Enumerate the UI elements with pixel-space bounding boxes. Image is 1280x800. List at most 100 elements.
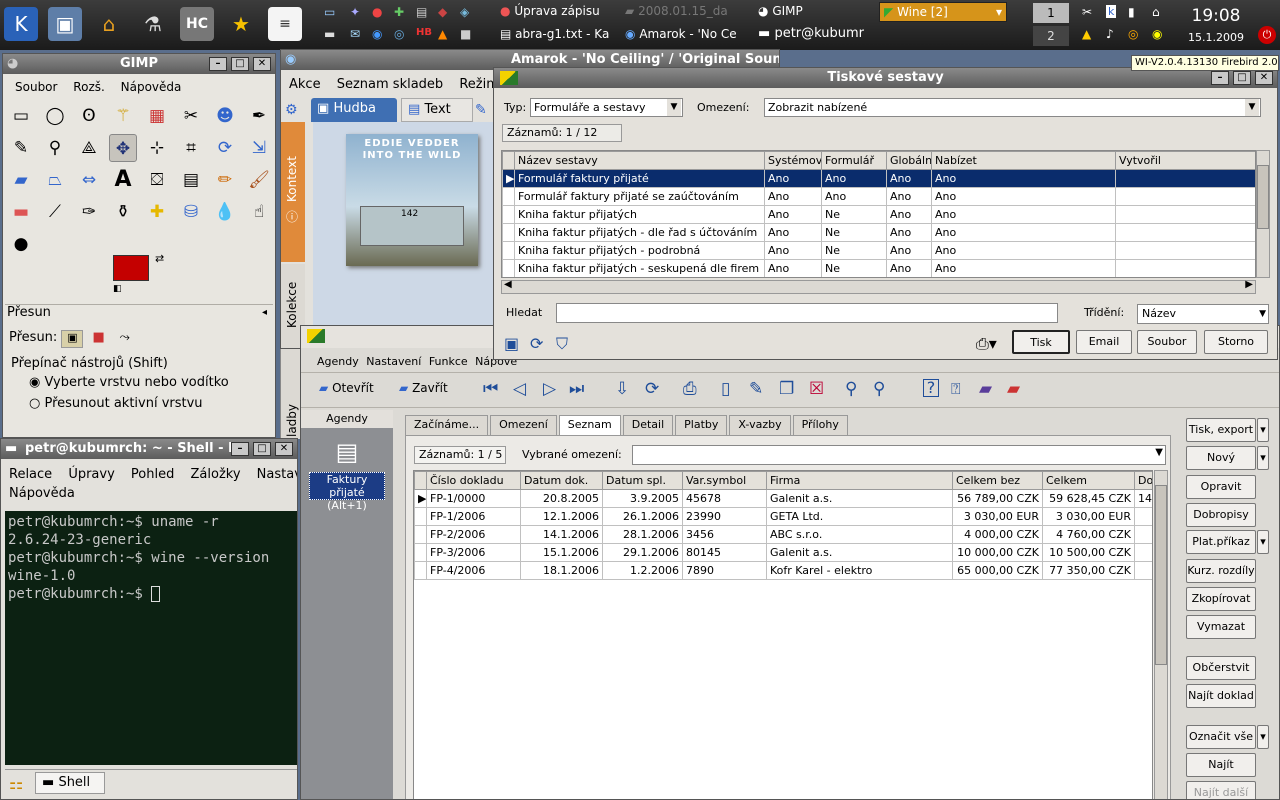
table-cell[interactable] [1134,507,1152,526]
terminal-small-icon[interactable]: ▬ [324,27,335,41]
table-cell[interactable]: Ano [886,241,932,260]
pager-desktop-1[interactable]: 1 [1033,3,1069,23]
table-cell[interactable]: Ano [931,205,1116,224]
scrollbar-thumb[interactable] [1155,485,1167,665]
new-doc-icon[interactable]: ▯ [721,379,730,399]
pencil-icon[interactable]: ✏ [211,166,239,194]
move-path-icon[interactable]: ⤳ [114,330,136,348]
scale-icon[interactable]: ⇲ [245,134,273,162]
magic-wand-icon[interactable]: ⚚ [109,102,137,130]
collapse-icon[interactable]: ◂ [262,307,267,318]
menu-relace[interactable]: Relace [9,467,52,482]
table-cell[interactable]: FP-3/2006 [426,543,521,562]
menu-napoveda[interactable]: Nápověda [121,80,182,94]
table-cell[interactable]: 28.1.2006 [602,525,683,544]
table-cell[interactable]: 3456 [682,525,767,544]
table-row[interactable]: Kniha faktur přijatých - podrobná Ano Ne An… [502,241,1255,260]
copy-doc-icon[interactable]: ❐ [779,379,794,399]
smudge-icon[interactable]: ☝ [245,198,273,226]
wine-tap-icon[interactable]: ⚗ [136,7,170,41]
hc-icon[interactable]: HC [180,7,214,41]
table-cell[interactable] [1134,561,1152,580]
table-cell[interactable]: 56 789,00 CZK [952,489,1043,508]
menu-seznam-skladeb[interactable]: Seznam skladeb [337,77,443,92]
reports-hscrollbar[interactable]: ◀ ▶ [501,279,1256,294]
table-cell[interactable]: Galenit a.s. [766,543,953,562]
close-button[interactable]: ✕ [1255,71,1273,85]
type-select[interactable]: Formuláře a sestavy ▼ [530,98,683,117]
table-cell[interactable]: GETA Ltd. [766,507,953,526]
side-button-1[interactable]: Nový [1186,446,1256,470]
filter-icon[interactable]: ⛉ [556,334,568,354]
table-cell[interactable]: Ne [821,259,887,277]
sort-select[interactable]: Název ▼ [1137,304,1269,324]
clock-time[interactable]: 19:08 [1180,6,1252,26]
agenda-faktury-prijate[interactable]: Faktury přijaté (Alt+1) [309,472,385,512]
column-header[interactable]: Datum dok. [520,471,603,490]
table-cell[interactable]: Ano [886,223,932,242]
table-cell[interactable]: Ano [931,259,1116,277]
ink-icon[interactable]: ✑ [75,198,103,226]
foreground-select-icon[interactable]: ☻ [211,102,239,130]
side-button-4[interactable]: Plat.příkaz [1186,530,1256,554]
paths-icon[interactable]: ✒ [245,102,273,130]
vertical-scrollbar[interactable] [1154,470,1168,799]
measure-icon[interactable]: ⟁ [75,134,103,162]
table-cell[interactable]: Ano [886,187,932,206]
perspective-icon[interactable]: ⏢ [41,166,69,194]
table-cell[interactable]: 1.2.2006 [602,561,683,580]
column-header[interactable]: Celkem bez [952,471,1043,490]
column-header[interactable]: Globální [886,151,932,170]
monitor-icon[interactable]: ▭ [324,5,335,19]
document-icon[interactable]: ≡ [268,7,302,41]
filter-select[interactable]: ▼ [632,445,1166,465]
camera-icon[interactable]: ■ [460,27,471,41]
table-cell[interactable]: Ano [764,241,822,260]
align-icon[interactable]: ⊹ [143,134,171,162]
table-cell[interactable]: 4 760,00 CZK [1042,525,1135,544]
table-row[interactable]: FP-1/2006 12.1.2006 26.1.2006 23990 GETA Ltd… [414,507,1152,526]
scroll-right-icon[interactable]: ▶ [1245,279,1253,290]
kmail-icon[interactable]: ✉ [350,27,360,41]
move-tool-icon[interactable]: ✥ [109,134,137,162]
table-cell[interactable]: Kniha faktur přijatých - dle řad s účtov… [514,223,765,242]
tools-icon[interactable]: ✂ [1082,5,1092,19]
network-icon[interactable]: ✦ [350,5,360,19]
reports-vscrollbar[interactable] [1256,150,1270,278]
task-gimp[interactable]: ◕ GIMP [758,4,803,18]
table-cell[interactable]: 3.9.2005 [602,489,683,508]
airbrush-icon[interactable]: ⟋ [41,198,69,226]
shear-icon[interactable]: ▰ [7,166,35,194]
menu-pohled[interactable]: Pohled [131,467,174,482]
task-abra-txt[interactable]: ▤ abra-g1.txt - Ka [500,27,609,41]
column-header[interactable]: Datum spl. [602,471,683,490]
battery-icon[interactable]: ▮ [1128,5,1135,19]
side-button-8[interactable]: Občerstvit [1186,656,1256,680]
wine-menu[interactable]: ◤ Wine [2] ▾ [879,2,1007,22]
column-header[interactable]: Nabízet [931,151,1116,170]
delete-doc-icon[interactable]: ☒ [809,379,824,399]
table-cell[interactable]: Ano [764,259,822,277]
menu-soubor[interactable]: Soubor [15,80,57,94]
table-cell[interactable]: FP-1/2006 [426,507,521,526]
move-layer-icon[interactable]: ▣ [61,330,84,348]
side-button-6[interactable]: Zkopírovat [1186,587,1256,611]
email-button[interactable]: Email [1076,330,1132,354]
scrollbar-thumb[interactable] [1257,165,1269,229]
table-cell[interactable]: 10 500,00 CZK [1042,543,1135,562]
column-header[interactable]: Dob [1134,471,1152,490]
scroll-left-icon[interactable]: ◀ [504,279,512,290]
open-button[interactable]: ▰ Otevřít [319,381,374,395]
cube-icon[interactable]: ◈ [460,5,469,19]
lock-icon[interactable]: ▲ [1082,27,1091,41]
task-amarok[interactable]: ◉ Amarok - 'No Ce [625,27,737,41]
star-icon[interactable]: ★ [224,7,258,41]
color-picker-icon[interactable]: ✎ [7,134,35,162]
updates-icon[interactable]: ◎ [1128,27,1138,41]
desktop-icon[interactable]: ▣ [48,7,82,41]
search-input[interactable] [556,303,1058,323]
blur-icon[interactable]: 💧 [211,198,239,226]
side-button-2[interactable]: Opravit [1186,475,1256,499]
eraser-icon[interactable]: ▬ [7,198,35,226]
menu-agendy[interactable]: Agendy [317,355,359,368]
